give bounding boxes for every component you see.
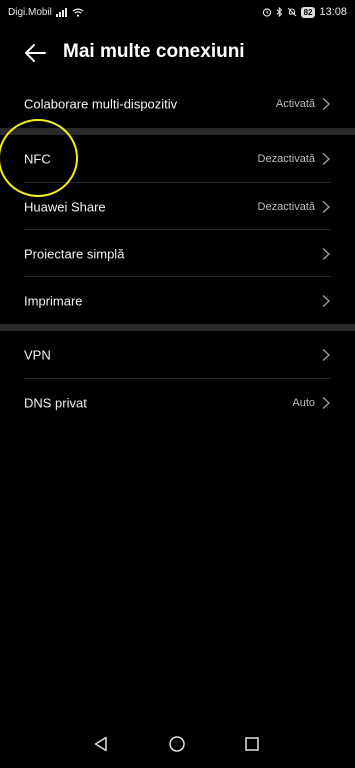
list-item-label: Imprimare (24, 293, 83, 308)
section-divider (0, 324, 355, 331)
list-item-label: Proiectare simplă (24, 246, 125, 261)
back-button[interactable] (22, 40, 48, 66)
list-item-label: VPN (24, 347, 51, 362)
nav-back-button[interactable] (89, 732, 113, 756)
highlight-circle (0, 119, 78, 197)
list-item-label: DNS privat (24, 395, 87, 410)
list-item-proiectare[interactable]: Proiectare simplă (0, 230, 355, 277)
carrier-label: Digi.Mobil (8, 7, 52, 18)
nav-recents-button[interactable] (240, 732, 264, 756)
list-item-value: Dezactivată (257, 200, 315, 213)
nav-home-button[interactable] (165, 732, 189, 756)
chevron-right-icon (322, 200, 331, 213)
clock-time: 13:08 (319, 6, 347, 18)
list-item-value: Activată (275, 97, 315, 110)
square-recents-icon (245, 737, 259, 751)
status-left: Digi.Mobil (8, 7, 84, 18)
list-item-colaborare[interactable]: Colaborare multi-dispozitiv Activată (0, 80, 355, 127)
chevron-right-icon (322, 97, 331, 110)
list-item-vpn[interactable]: VPN (0, 331, 355, 378)
screen: Digi.Mobil 82 13:08 Mai multe conexiuni … (0, 0, 355, 768)
mute-bell-icon (287, 7, 297, 17)
back-arrow-icon (25, 44, 46, 62)
chevron-right-icon (322, 396, 331, 409)
list-item-value: Dezactivată (257, 152, 315, 165)
chevron-right-icon (322, 247, 331, 260)
status-right: 82 13:08 (262, 6, 347, 18)
wifi-icon (72, 8, 84, 17)
battery-badge: 82 (300, 6, 316, 18)
chevron-right-icon (322, 348, 331, 361)
bluetooth-icon (276, 7, 283, 17)
chevron-right-icon (322, 294, 331, 307)
list-item-label: Colaborare multi-dispozitiv (24, 96, 178, 111)
triangle-back-icon (94, 736, 107, 752)
circle-home-icon (169, 736, 185, 752)
list-item-imprimare[interactable]: Imprimare (0, 277, 355, 324)
signal-icon (55, 8, 68, 17)
alarm-icon (262, 7, 272, 17)
list-item-value: Auto (292, 396, 315, 409)
header: Mai multe conexiuni (0, 32, 355, 74)
status-bar: Digi.Mobil 82 13:08 (0, 0, 355, 26)
page-title: Mai multe conexiuni (63, 41, 245, 62)
navigation-bar (0, 720, 355, 768)
chevron-right-icon (322, 152, 331, 165)
list-item-label: Huawei Share (24, 199, 106, 214)
list-item-dns-privat[interactable]: DNS privat Auto (0, 379, 355, 426)
